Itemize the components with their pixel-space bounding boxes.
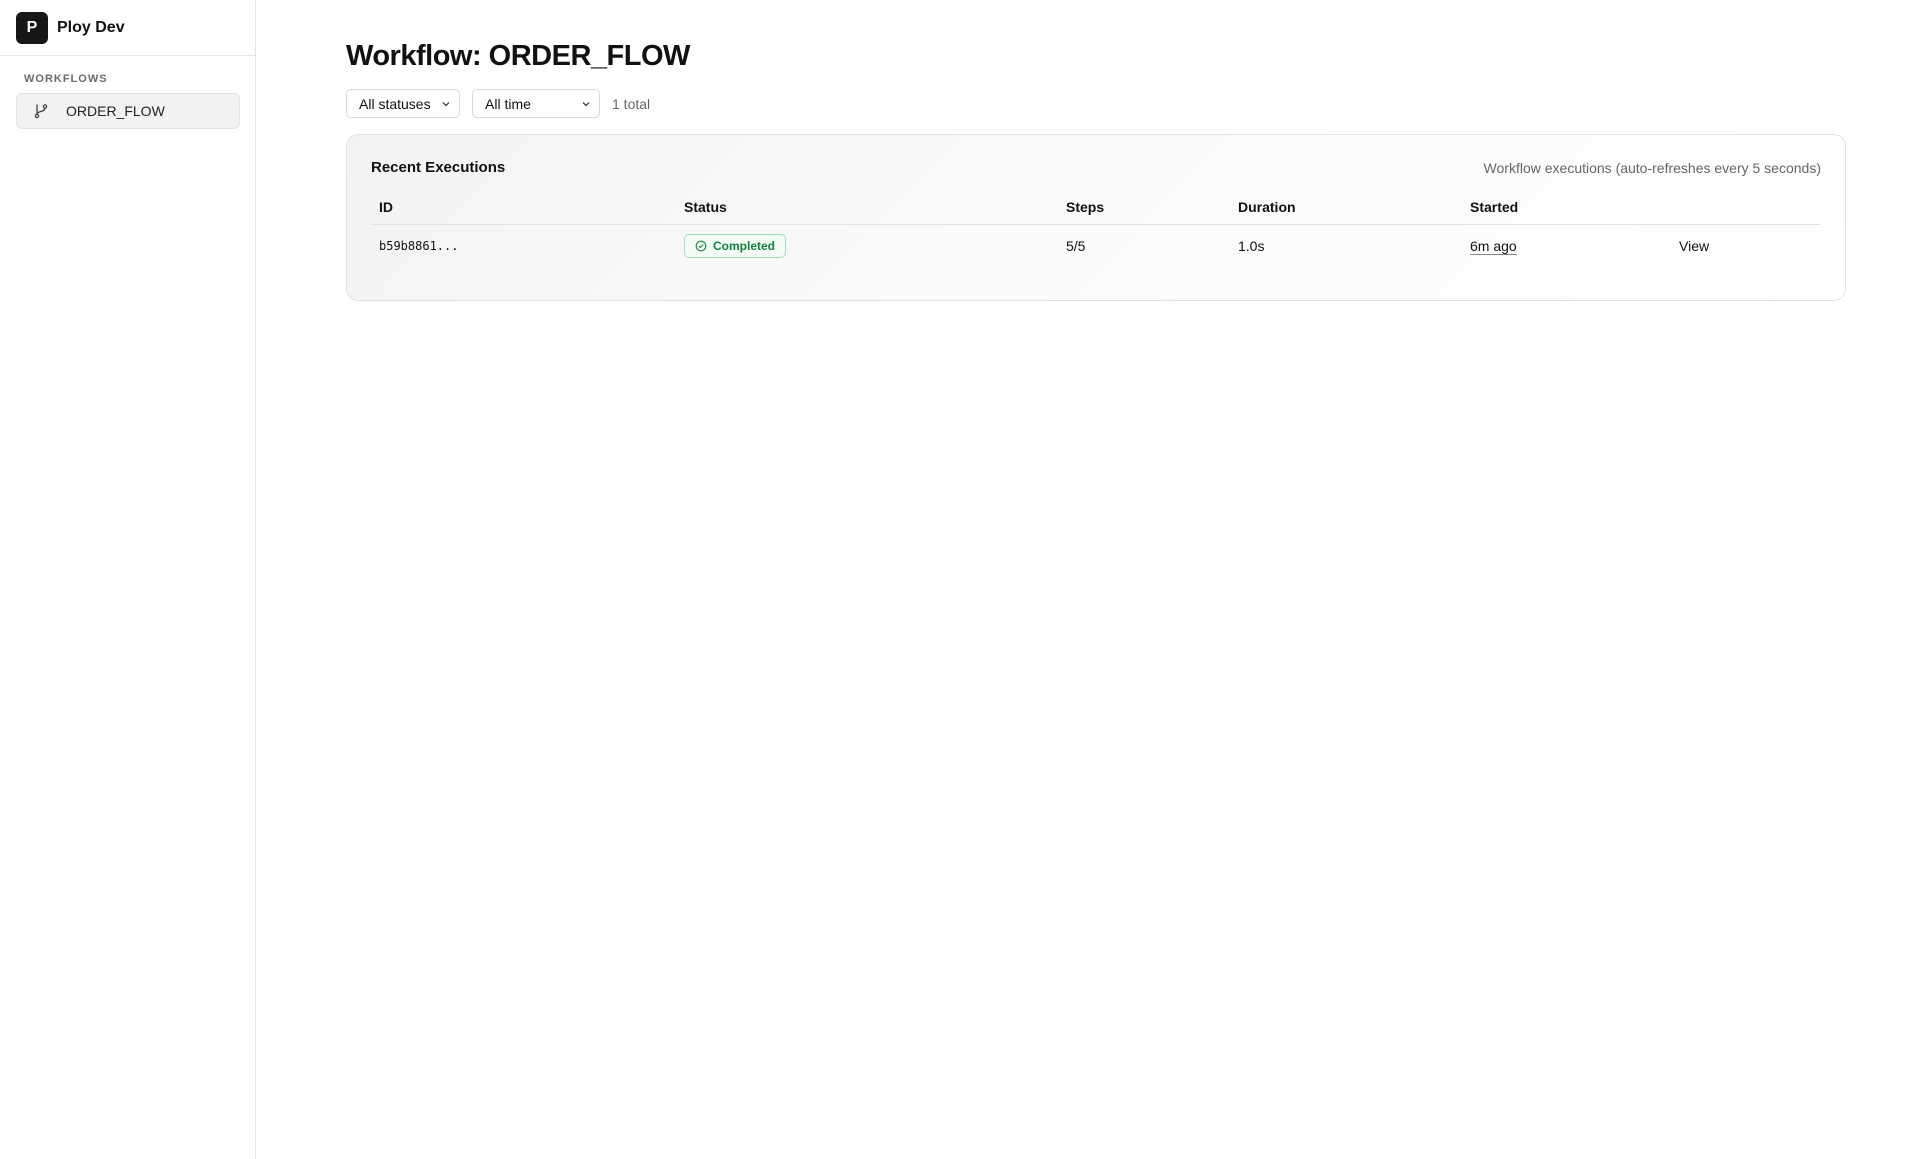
sidebar-section-workflows: WORKFLOWS ORDER_FLOW <box>0 56 255 145</box>
status-badge-label: Completed <box>713 239 776 254</box>
executions-card: Recent Executions Workflow executions (a… <box>346 134 1846 301</box>
page-title: Workflow: ORDER_FLOW <box>346 40 690 72</box>
card-header: Recent Executions Workflow executions (a… <box>371 159 1821 176</box>
total-count: 1 total <box>612 95 651 112</box>
chevron-down-icon <box>441 99 451 109</box>
execution-started[interactable]: 6m ago <box>1470 238 1517 254</box>
column-header-status: Status <box>676 190 1058 225</box>
column-header-id: ID <box>371 190 676 225</box>
execution-duration: 1.0s <box>1238 238 1265 255</box>
section-label: WORKFLOWS <box>24 73 108 85</box>
execution-started-cell: 6m ago <box>1462 224 1671 268</box>
execution-id: b59b8861... <box>379 239 459 254</box>
git-branch-icon <box>33 103 49 119</box>
sidebar-item-label: ORDER_FLOW <box>66 103 165 119</box>
card-description: Workflow executions (auto-refreshes ever… <box>1483 159 1821 176</box>
check-circle-icon <box>695 240 707 252</box>
sidebar: P Ploy Dev WORKFLOWS ORDER_FLOW <box>0 0 256 1159</box>
status-filter-value: All statuses <box>359 95 431 112</box>
sidebar-item-order-flow[interactable]: ORDER_FLOW <box>16 93 240 129</box>
brand-header: P Ploy Dev <box>0 0 255 56</box>
column-header-duration: Duration <box>1230 190 1462 225</box>
chevron-down-icon <box>581 99 591 109</box>
status-filter-select[interactable]: All statuses <box>346 89 460 118</box>
filter-bar: All statuses All time 1 total <box>346 89 1846 118</box>
card-title: Recent Executions <box>371 159 506 176</box>
execution-steps: 5/5 <box>1066 238 1086 255</box>
execution-status-cell: Completed <box>676 224 1058 268</box>
brand-name: Ploy Dev <box>57 18 125 36</box>
view-execution-link[interactable]: View <box>1679 238 1709 254</box>
table-row[interactable]: b59b8861... Completed 5/5 1.0s 6m ago Vi… <box>371 224 1821 268</box>
brand-logo: P <box>16 11 48 44</box>
executions-table: ID Status Steps Duration Started b59b886… <box>371 190 1821 268</box>
column-header-started: Started <box>1462 190 1671 225</box>
app-root: P Ploy Dev WORKFLOWS ORDER_FLOW Workflow… <box>0 0 1922 1159</box>
time-filter-select[interactable]: All time <box>472 89 600 118</box>
column-header-actions <box>1671 190 1821 225</box>
table-header-row: ID Status Steps Duration Started <box>371 190 1821 225</box>
column-header-steps: Steps <box>1058 190 1230 225</box>
main-content: Workflow: ORDER_FLOW All statuses All ti… <box>256 0 1922 1159</box>
status-badge: Completed <box>684 234 787 259</box>
time-filter-value: All time <box>485 95 531 112</box>
execution-actions-cell: View <box>1671 224 1821 268</box>
